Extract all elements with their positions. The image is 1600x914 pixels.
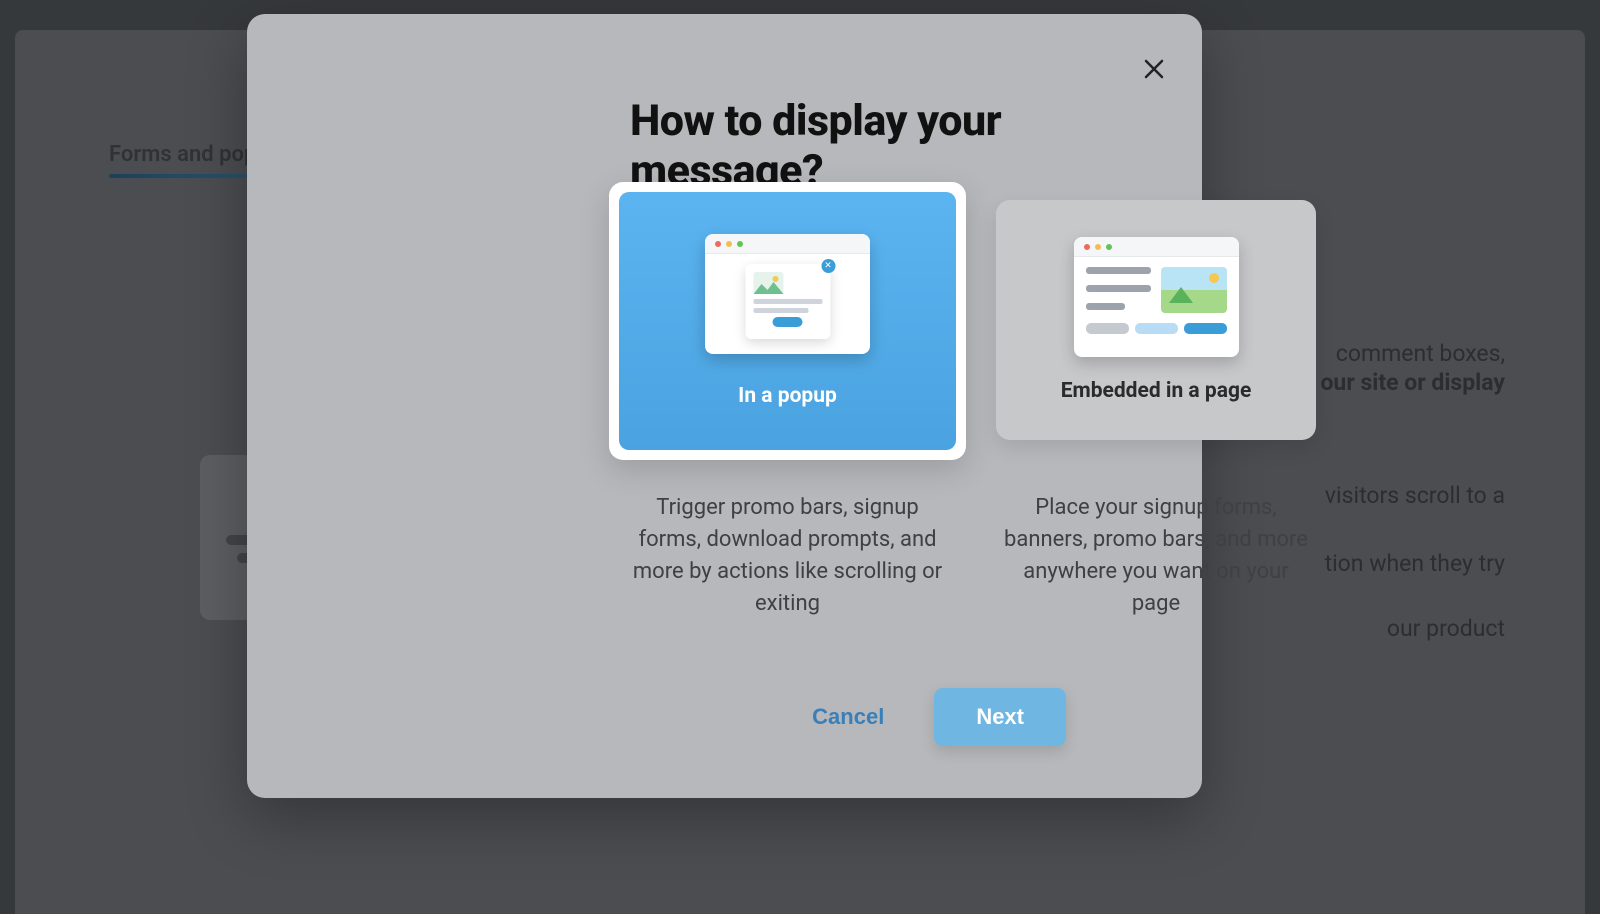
next-button[interactable]: Next xyxy=(934,688,1066,746)
embedded-illustration xyxy=(1074,237,1239,357)
image-placeholder-icon xyxy=(753,272,783,294)
option-popup-description: Trigger promo bars, signup forms, downlo… xyxy=(609,492,966,620)
display-message-modal: How to display your message? ✕ xyxy=(247,14,1202,798)
popup-illustration: ✕ xyxy=(705,234,870,354)
modal-footer: Cancel Next xyxy=(812,688,1066,746)
option-embedded-title: Embedded in a page xyxy=(1061,379,1252,403)
close-icon xyxy=(1142,57,1166,81)
option-popup[interactable]: ✕ In a popup xyxy=(609,182,966,460)
close-button[interactable] xyxy=(1138,54,1170,86)
option-popup-title: In a popup xyxy=(738,384,837,408)
close-badge-icon: ✕ xyxy=(821,259,835,273)
cancel-button[interactable]: Cancel xyxy=(812,704,884,730)
image-placeholder-icon xyxy=(1161,267,1227,313)
option-embedded[interactable]: Embedded in a page xyxy=(996,200,1316,440)
options-container: ✕ In a popup xyxy=(609,182,1316,460)
modal-title: How to display your message? xyxy=(630,96,1202,196)
descriptions-container: Trigger promo bars, signup forms, downlo… xyxy=(609,492,1316,620)
option-embedded-description: Place your signup forms, banners, promo … xyxy=(996,492,1316,620)
